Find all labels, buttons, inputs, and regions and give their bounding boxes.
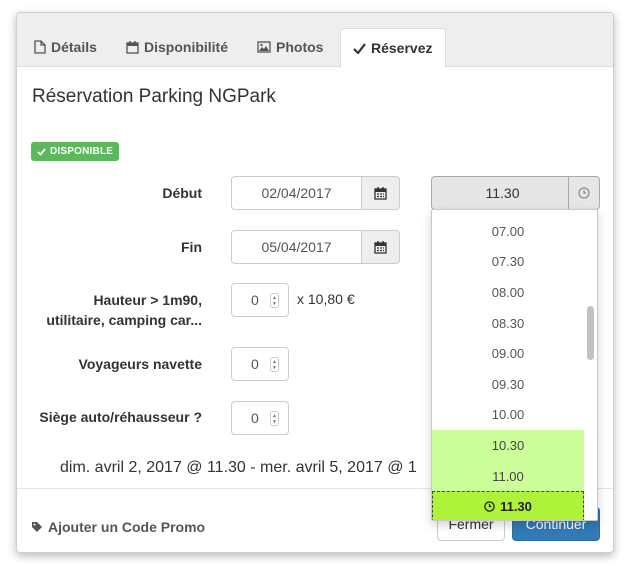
seat-label: Siège auto/réhausseur ? — [39, 409, 202, 425]
time-option[interactable]: 07.30 — [432, 247, 584, 278]
time-option[interactable]: 09.30 — [432, 369, 584, 400]
time-option[interactable]: 08.30 — [432, 308, 584, 339]
tab-bar: Détails Disponibilité Photos Réservez — [17, 13, 613, 68]
stepper-arrows-icon[interactable]: ▲ ▼ — [270, 293, 279, 308]
height-label-line1: Hauteur > 1m90, — [93, 292, 202, 308]
tab-photos-label: Photos — [276, 39, 324, 55]
booking-summary: dim. avril 2, 2017 @ 11.30 - mer. avril … — [60, 459, 417, 476]
end-label: Fin — [181, 239, 202, 255]
time-option[interactable]: 10.30 — [432, 430, 584, 461]
tab-availability-label: Disponibilité — [144, 39, 228, 55]
shuttle-label: Voyageurs navette — [78, 356, 202, 372]
shuttle-stepper[interactable]: 0 ▲ ▼ — [231, 347, 289, 381]
time-options-list: 07.00 07.30 08.00 08.30 09.00 09.30 10.00 10.30… — [432, 216, 584, 520]
time-option[interactable]: 11.30 — [432, 491, 584, 520]
height-price: x 10,80 € — [297, 291, 355, 307]
tag-icon — [32, 522, 42, 532]
time-option-label: 11.00 — [492, 468, 524, 484]
check-icon — [37, 147, 46, 156]
time-option-label: 09.00 — [491, 346, 525, 362]
time-option-label: 10.00 — [491, 407, 525, 423]
clock-icon — [578, 187, 590, 199]
time-option-label: 07.30 — [491, 254, 525, 270]
shuttle-value: 0 — [251, 356, 259, 372]
height-label: Hauteur > 1m90, utilitaire, camping car.… — [37, 290, 202, 330]
status-badge-label: DISPONIBLE — [50, 146, 114, 157]
tab-details-label: Détails — [51, 39, 97, 55]
picture-icon — [257, 41, 271, 53]
start-date-input[interactable]: 02/04/2017 — [231, 176, 362, 210]
start-time-picker-button[interactable] — [568, 176, 600, 210]
calendar-icon — [374, 187, 387, 200]
tab-availability[interactable]: Disponibilité — [126, 27, 228, 67]
time-option[interactable]: 11.00 — [432, 460, 584, 492]
time-option[interactable]: 09.00 — [432, 338, 584, 369]
time-option[interactable]: 10.00 — [432, 400, 584, 431]
time-option-label: 10.30 — [491, 437, 525, 453]
time-dropdown: 07.00 07.30 08.00 08.30 09.00 09.30 10.00 10.30… — [431, 209, 598, 521]
height-label-line2: utilitaire, camping car... — [46, 312, 202, 328]
time-option-label: 11.30 — [500, 499, 532, 515]
promo-code-link[interactable]: Ajouter un Code Promo — [31, 519, 205, 535]
status-badge: DISPONIBLE — [31, 142, 120, 161]
time-option-label: 09.30 — [491, 376, 525, 392]
end-date-input[interactable]: 05/04/2017 — [231, 230, 362, 264]
check-icon — [353, 42, 366, 54]
stepper-arrows-icon[interactable]: ▲ ▼ — [270, 357, 279, 372]
tab-details[interactable]: Détails — [34, 27, 97, 67]
seat-value: 0 — [251, 410, 259, 426]
clock-icon — [484, 501, 495, 512]
time-option[interactable]: 08.00 — [432, 277, 584, 308]
time-option[interactable]: 07.00 — [432, 216, 584, 247]
tab-reserve-label: Réservez — [371, 40, 433, 56]
file-icon — [34, 40, 46, 54]
end-date-picker-button[interactable] — [361, 230, 400, 264]
calendar-icon — [374, 241, 387, 254]
tab-reserve[interactable]: Réservez — [340, 28, 446, 68]
start-date-picker-button[interactable] — [361, 176, 400, 210]
promo-code-label: Ajouter un Code Promo — [48, 519, 206, 535]
start-label: Début — [162, 185, 202, 201]
calendar-icon — [126, 41, 139, 54]
height-value: 0 — [251, 292, 259, 308]
tab-photos[interactable]: Photos — [257, 27, 323, 67]
page-title: Réservation Parking NGPark — [32, 86, 276, 107]
dropdown-scrollbar[interactable] — [587, 306, 594, 360]
seat-stepper[interactable]: 0 ▲ ▼ — [231, 401, 289, 435]
time-option-label: 08.30 — [491, 315, 525, 331]
time-option-label: 07.00 — [491, 223, 525, 239]
stepper-arrows-icon[interactable]: ▲ ▼ — [270, 411, 279, 426]
time-option-label: 08.00 — [491, 284, 525, 300]
start-time-input[interactable]: 11.30 — [431, 176, 574, 210]
height-stepper[interactable]: 0 ▲ ▼ — [231, 283, 289, 317]
